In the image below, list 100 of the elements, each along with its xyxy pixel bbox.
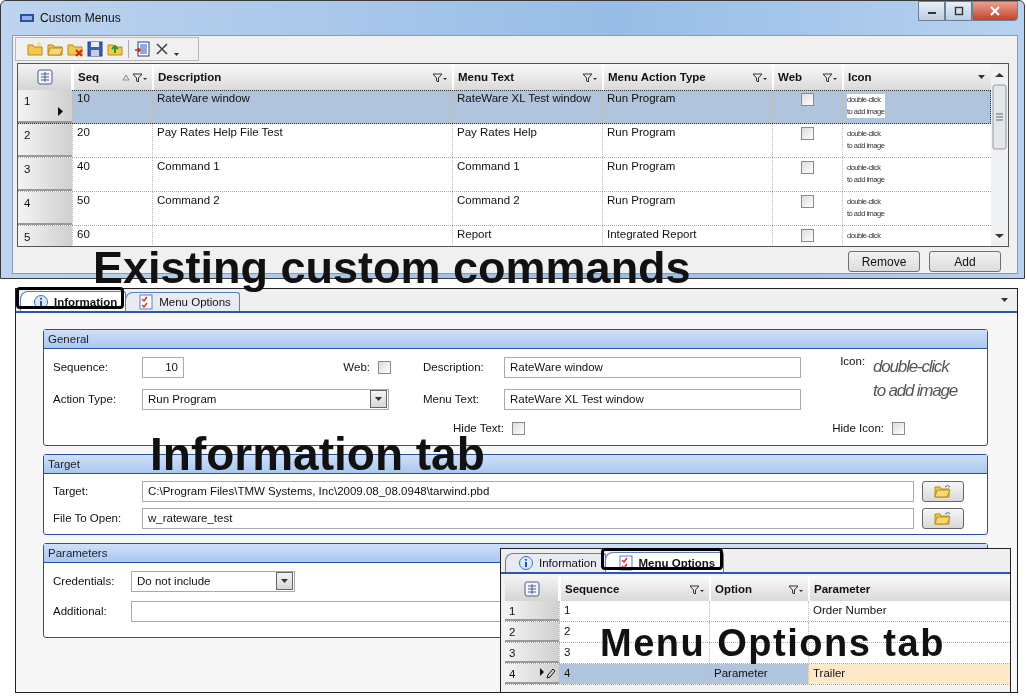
browse-button[interactable] [922, 480, 964, 502]
save-icon [87, 41, 103, 57]
dropdown-caret-icon [374, 396, 383, 402]
dropdown-field[interactable]: Do not include [131, 570, 295, 592]
window-title: Custom Menus [40, 11, 121, 25]
table-cell: 40 [72, 158, 152, 191]
row-header[interactable]: 1 [18, 90, 72, 123]
column-chooser-button[interactable] [505, 576, 559, 601]
filter-dropdown-icon[interactable] [689, 583, 705, 594]
column-header[interactable]: Sequence [559, 576, 709, 601]
app-logo-icon [20, 13, 34, 23]
web-checkbox[interactable] [801, 229, 814, 242]
table-cell: Run Program [602, 90, 772, 123]
new-folder-icon [27, 41, 43, 57]
table-cell: 1 [559, 601, 709, 621]
delete-icon [154, 41, 170, 57]
column-header-label: Option [715, 582, 753, 595]
filter-dropdown-icon[interactable] [822, 72, 838, 82]
action-button[interactable]: Remove [848, 251, 920, 272]
dropdown-field[interactable]: Run Program [142, 388, 389, 410]
table-cell: 60 [72, 226, 152, 246]
folder-icon [934, 483, 952, 499]
column-header[interactable]: Option [709, 576, 808, 601]
dropdown-caret-icon[interactable] [1000, 297, 1009, 303]
row-header[interactable]: 3 [18, 158, 72, 191]
field-label: Icon: [840, 355, 866, 367]
row-number: 4 [24, 196, 31, 210]
web-checkbox[interactable] [801, 195, 814, 208]
row-header[interactable]: 1 [505, 601, 559, 621]
menu-text-field[interactable]: RateWare XL Test window [504, 388, 801, 410]
field-label: Web: [343, 361, 370, 373]
save-button[interactable] [86, 40, 104, 58]
browse-button[interactable] [922, 507, 964, 529]
column-header-label: Sequence [565, 582, 620, 595]
column-chooser-button[interactable] [18, 64, 72, 90]
current-row-icon [58, 107, 64, 116]
info-icon [518, 555, 534, 571]
form-button[interactable] [133, 40, 151, 58]
row-header[interactable]: 4 [505, 664, 559, 684]
maximize-button[interactable] [945, 1, 972, 21]
table-cell: Run Program [602, 192, 772, 225]
row-number: 3 [509, 646, 516, 660]
filter-dropdown-icon[interactable] [432, 72, 448, 82]
form-icon [134, 41, 150, 57]
table-cell: Command 2 [452, 192, 602, 225]
row-number: 1 [509, 604, 516, 618]
column-header-label: Description [158, 71, 222, 83]
target-field[interactable]: C:\Program Files\TMW Systems, Inc\2009.08_08.0948\tarwind.pbd [142, 480, 914, 502]
row-header[interactable]: 5 [18, 226, 72, 246]
column-header-label: Icon [848, 71, 872, 83]
delete-folder-icon [67, 41, 83, 57]
field-label: Description: [423, 361, 485, 373]
table-cell: 10 [72, 90, 152, 123]
dropdown-caret-icon[interactable] [977, 74, 986, 80]
column-header-label: Menu Action Type [608, 71, 706, 83]
table-cell: Command 2 [152, 192, 452, 225]
filter-dropdown-icon[interactable] [132, 72, 148, 82]
action-button[interactable]: Add [929, 251, 1001, 272]
table-cell: 50 [72, 192, 152, 225]
sequence-field[interactable]: 10 [142, 356, 184, 378]
table-cell: Report [452, 226, 602, 246]
row-header[interactable]: 4 [18, 192, 72, 225]
hide-icon-checkbox[interactable] [892, 421, 905, 435]
filter-dropdown-icon[interactable] [752, 72, 768, 82]
row-header[interactable]: 2 [18, 124, 72, 157]
vertical-scrollbar[interactable] [991, 64, 1008, 246]
filter-dropdown-icon[interactable] [582, 72, 598, 82]
table-cell: Integrated Report [602, 226, 772, 246]
web-checkbox[interactable] [378, 360, 391, 374]
dropdown-caret-icon[interactable] [173, 51, 180, 57]
web-checkbox[interactable] [801, 161, 814, 174]
web-checkbox[interactable] [801, 93, 814, 106]
web-checkbox[interactable] [801, 127, 814, 140]
minimize-button[interactable] [918, 1, 945, 21]
column-header-label: Seq [78, 71, 100, 83]
table-cell: Run Program [602, 124, 772, 157]
row-header[interactable]: 3 [505, 643, 559, 663]
folder-arrow-icon [107, 41, 123, 57]
column-header-label: Menu Text [458, 71, 514, 83]
row-header[interactable]: 2 [505, 622, 559, 642]
close-button[interactable] [972, 1, 1018, 21]
column-chooser-icon [36, 69, 53, 85]
table-cell: 20 [72, 124, 152, 157]
tab[interactable]: Menu Options [125, 292, 240, 311]
table-cell: Command 1 [452, 158, 602, 191]
column-header-label: Parameter [814, 582, 871, 595]
edit-pencil-icon [539, 666, 555, 680]
maximize-icon [953, 6, 964, 16]
dropdown-caret-icon [280, 578, 289, 584]
column-header[interactable]: Parameter [808, 576, 1010, 601]
table-cell: Pay Rates Help [452, 124, 602, 157]
description-field[interactable]: RateWare window [504, 356, 801, 378]
table-cell: Order Number [808, 601, 1010, 621]
hide-text-checkbox[interactable] [512, 421, 525, 435]
file-to-open-field[interactable]: w_rateware_test [142, 507, 914, 529]
tab[interactable]: Information [505, 553, 606, 572]
filter-dropdown-icon[interactable] [788, 583, 804, 594]
field-label: Credentials: [53, 575, 116, 587]
add-image-hint[interactable]: double-click to add image [873, 355, 957, 403]
table-cell: Parameter [709, 664, 808, 684]
